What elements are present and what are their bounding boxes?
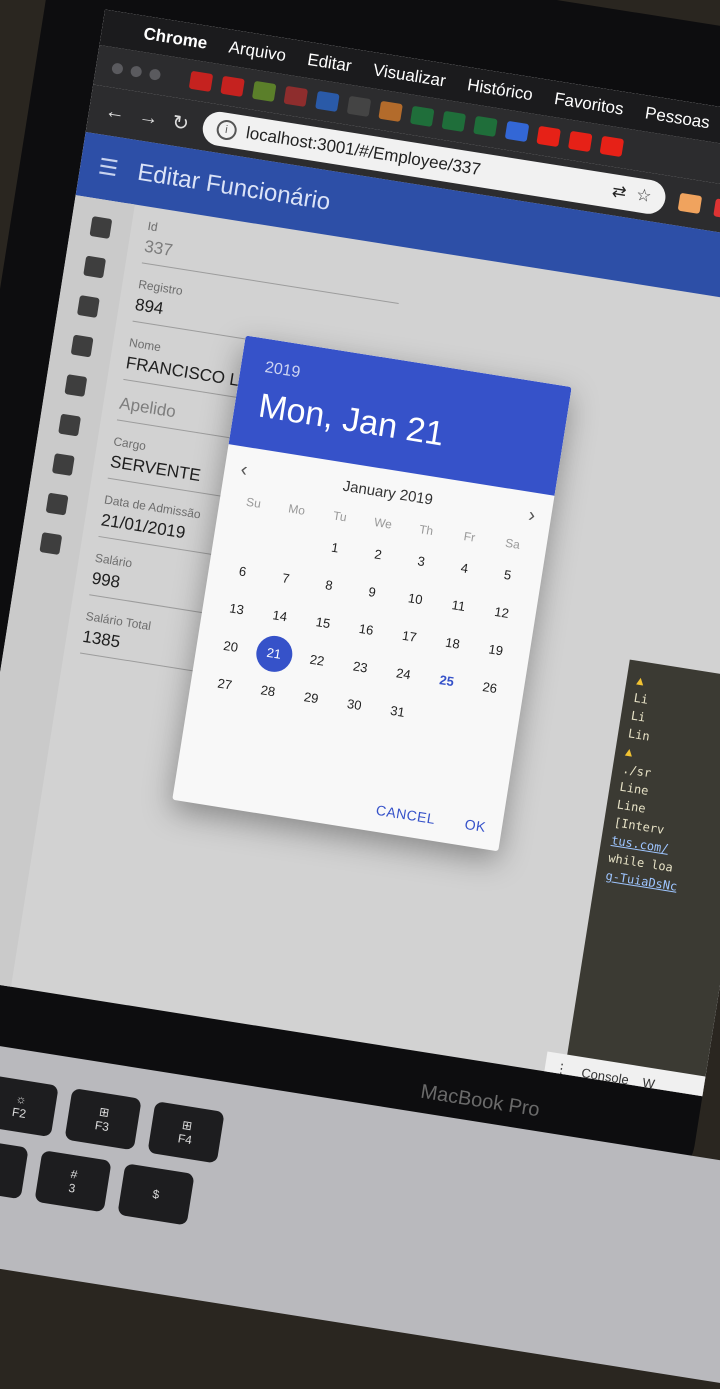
key-symbol: # <box>69 1166 79 1182</box>
mail-tab-icon[interactable] <box>283 85 309 107</box>
bookmark-star-icon[interactable]: ☆ <box>635 185 653 207</box>
calendar-day[interactable]: 28 <box>243 669 292 713</box>
devtools-menu-icon[interactable]: ⋮ <box>554 1060 569 1078</box>
gmail-tab-icon[interactable] <box>220 75 245 97</box>
calendar-icon[interactable] <box>152 1032 180 1062</box>
safari-icon[interactable] <box>20 1011 48 1041</box>
extension-icon[interactable] <box>677 192 702 214</box>
key-2[interactable]: @ <box>0 1136 29 1200</box>
calendar-empty-cell <box>416 697 465 741</box>
gmail-tab-icon[interactable] <box>188 70 214 92</box>
key-label: 3 <box>67 1180 77 1196</box>
window-controls <box>111 61 162 81</box>
tab-icon[interactable] <box>378 100 403 123</box>
youtube-tab-icon[interactable] <box>599 135 625 158</box>
chrome-icon[interactable] <box>53 1016 81 1046</box>
calendar-day[interactable]: 31 <box>373 690 422 734</box>
key-symbol: $ <box>151 1186 161 1202</box>
youtube-tab-icon[interactable] <box>567 130 593 153</box>
forward-arrow-icon[interactable]: → <box>137 105 160 131</box>
reminders-icon[interactable] <box>218 1042 246 1072</box>
zoom-window-icon[interactable] <box>148 67 162 81</box>
maps-icon[interactable] <box>251 1047 280 1078</box>
key-label: F4 <box>176 1131 193 1148</box>
tab-icon[interactable] <box>315 90 340 112</box>
calendar-empty-cell <box>459 703 508 747</box>
minimize-window-icon[interactable] <box>129 64 143 78</box>
menu-visualizar[interactable]: Visualizar <box>372 60 447 91</box>
previous-month-icon[interactable]: ‹ <box>239 459 249 483</box>
contacts-icon[interactable] <box>119 1026 147 1057</box>
translate-icon[interactable]: ⇄ <box>611 181 628 203</box>
reload-icon[interactable]: ↻ <box>170 109 191 136</box>
tab-w[interactable]: W <box>641 1074 655 1091</box>
notes-icon[interactable] <box>185 1037 213 1067</box>
key-label: F3 <box>93 1118 110 1135</box>
menu-historico[interactable]: Histórico <box>466 75 534 105</box>
calendar-day[interactable]: 29 <box>287 676 336 720</box>
menu-arquivo[interactable]: Arquivo <box>227 37 287 66</box>
mission-control-icon: ⊞ <box>98 1104 111 1120</box>
cancel-button[interactable]: CANCEL <box>375 802 437 827</box>
tab-console[interactable]: Console <box>581 1065 630 1087</box>
photos-icon[interactable] <box>284 1053 313 1083</box>
preview-icon[interactable] <box>86 1021 114 1052</box>
messages-icon[interactable] <box>317 1058 346 1088</box>
ok-button[interactable]: OK <box>464 816 487 835</box>
calendar-day[interactable]: 21 <box>253 633 295 675</box>
docs-tab-icon[interactable] <box>504 120 530 143</box>
key-3[interactable]: # 3 <box>34 1150 112 1213</box>
calendar-day[interactable]: 14 <box>255 594 304 638</box>
mission-control-key[interactable]: ⊞ F3 <box>64 1088 142 1151</box>
launchpad-key-icon: ⊞ <box>181 1117 194 1134</box>
adblock-extension-icon[interactable] <box>712 198 720 220</box>
menu-app-name[interactable]: Chrome <box>142 24 208 54</box>
sheets-tab-icon[interactable] <box>441 110 467 133</box>
laptop-bezel: Chrome Arquivo Editar Visualizar Históri… <box>0 0 720 1186</box>
page-title: Editar Funcionário <box>135 158 333 216</box>
laptop-screen: Chrome Arquivo Editar Visualizar Históri… <box>0 9 720 1097</box>
youtube-tab-icon[interactable] <box>536 125 561 148</box>
key-4[interactable]: $ <box>117 1163 195 1226</box>
app-store-icon[interactable] <box>549 1094 577 1097</box>
menu-favoritos[interactable]: Favoritos <box>553 89 625 120</box>
udemy-tab-icon[interactable] <box>251 80 277 102</box>
menu-editar[interactable]: Editar <box>306 50 353 77</box>
back-arrow-icon[interactable]: ← <box>103 99 127 125</box>
menu-icon[interactable]: ☰ <box>96 154 120 183</box>
calendar-day[interactable]: 27 <box>200 662 249 706</box>
books-icon[interactable] <box>384 1068 412 1097</box>
dialog-actions: CANCEL OK <box>375 802 487 835</box>
sheets-tab-icon[interactable] <box>473 115 498 138</box>
sheets-tab-icon[interactable] <box>409 105 435 128</box>
tab-icon[interactable] <box>346 95 372 118</box>
next-month-icon[interactable]: › <box>527 504 537 528</box>
menu-pessoas[interactable]: Pessoas <box>644 103 711 133</box>
calendar-day[interactable]: 30 <box>330 683 379 727</box>
facetime-icon[interactable] <box>350 1063 379 1093</box>
brightness-key[interactable]: ☼ F2 <box>0 1074 59 1138</box>
launchpad-icon[interactable] <box>0 1005 15 1036</box>
key-label: F2 <box>10 1104 28 1121</box>
month-label: January 2019 <box>341 477 435 509</box>
launchpad-key[interactable]: ⊞ F4 <box>147 1101 225 1164</box>
site-info-icon[interactable]: i <box>215 118 238 142</box>
close-window-icon[interactable] <box>111 61 124 75</box>
